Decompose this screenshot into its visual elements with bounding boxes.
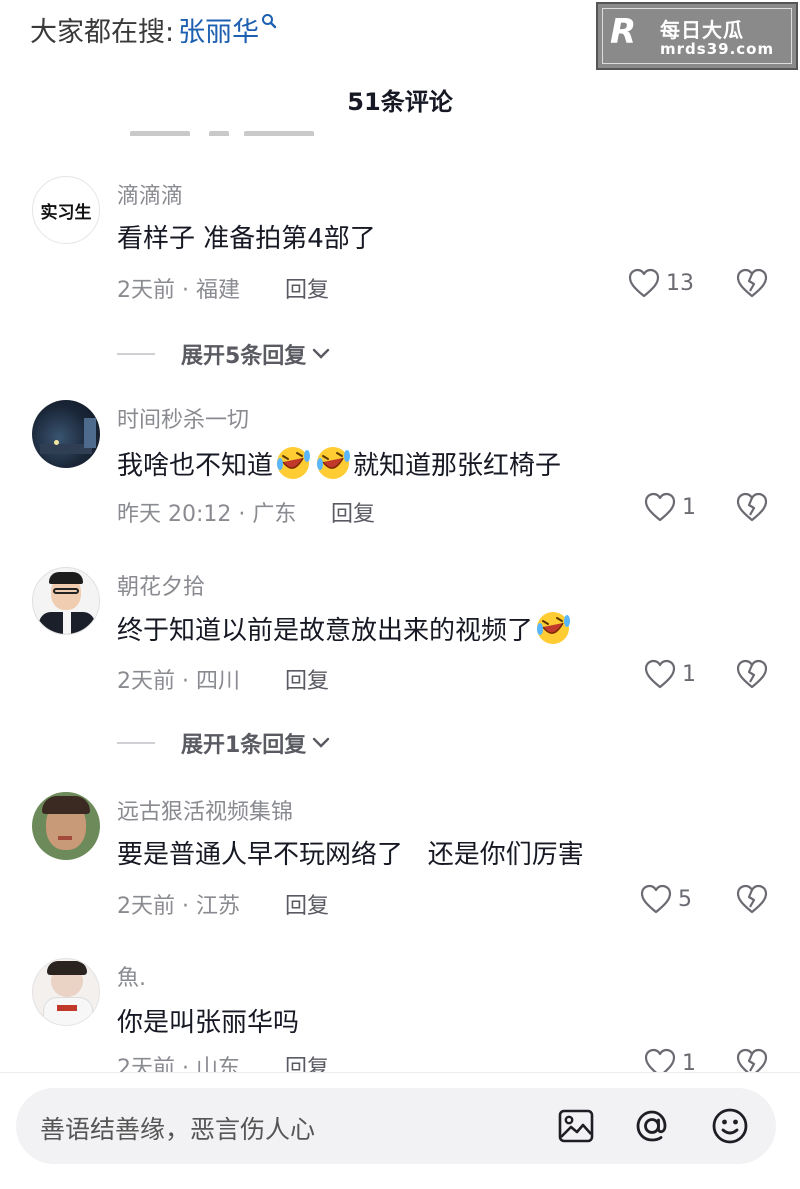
comment-meta: 2天前 · 江苏 bbox=[117, 894, 240, 919]
dislike-button[interactable] bbox=[736, 659, 768, 693]
comment-meta: 2天前 · 四川 bbox=[117, 669, 240, 694]
image-icon[interactable] bbox=[556, 1106, 596, 1146]
comment-input[interactable]: 善语结善缘，恶言伤人心 bbox=[40, 1110, 315, 1146]
comment-text: 你是叫张丽华吗 bbox=[117, 1008, 300, 1038]
search-icon bbox=[261, 13, 277, 34]
comment-username[interactable]: 朝花夕拾 bbox=[117, 569, 205, 601]
divider-line bbox=[117, 353, 155, 355]
comment-meta: 2天前 · 福建 bbox=[117, 278, 240, 303]
comment-username[interactable]: 魚. bbox=[117, 960, 146, 992]
broken-heart-icon bbox=[736, 659, 768, 689]
divider-line bbox=[117, 742, 155, 744]
reply-button[interactable]: 回复 bbox=[285, 888, 329, 920]
laugh-cry-emoji-icon bbox=[277, 447, 311, 479]
like-button[interactable]: 1 bbox=[644, 492, 696, 522]
comment-text: 要是普通人早不玩网络了 还是你们厉害 bbox=[117, 840, 584, 870]
emoji-icon[interactable] bbox=[710, 1106, 750, 1146]
like-count: 1 bbox=[682, 661, 696, 687]
like-count: 13 bbox=[666, 270, 694, 296]
expand-replies-label: 展开5条回复 bbox=[181, 344, 307, 369]
broken-heart-icon bbox=[736, 492, 768, 522]
laugh-cry-emoji-icon bbox=[537, 612, 571, 644]
avatar[interactable]: 实习生 bbox=[32, 176, 100, 244]
broken-heart-icon bbox=[736, 268, 768, 298]
laugh-cry-emoji-icon bbox=[317, 447, 351, 479]
comment-text-part: 我啥也不知道 bbox=[117, 450, 274, 481]
heart-icon bbox=[640, 884, 672, 914]
clipped-previous-row bbox=[130, 122, 330, 136]
dislike-button[interactable] bbox=[736, 268, 768, 302]
comment-text: 终于知道以前是故意放出来的视频了 bbox=[117, 609, 573, 647]
watermark-line2: mrds39.com bbox=[660, 40, 775, 58]
heart-icon bbox=[644, 659, 676, 689]
comment-text: 看样子 准备拍第4部了 bbox=[117, 224, 376, 254]
expand-replies-button[interactable]: 展开5条回复 bbox=[117, 338, 330, 370]
comment-text-part: 就知道那张红椅子 bbox=[353, 450, 562, 481]
reply-button[interactable]: 回复 bbox=[285, 272, 329, 304]
comment-text-part: 终于知道以前是故意放出来的视频了 bbox=[117, 615, 534, 646]
comment-text: 我啥也不知道 就知道那张红椅子 bbox=[117, 444, 561, 482]
like-count: 1 bbox=[682, 494, 696, 520]
comment-username[interactable]: 滴滴滴 bbox=[117, 178, 183, 210]
avatar[interactable] bbox=[32, 567, 100, 635]
avatar[interactable] bbox=[32, 792, 100, 860]
comment-username[interactable]: 远古狠活视频集锦 bbox=[117, 794, 293, 826]
expand-replies-button[interactable]: 展开1条回复 bbox=[117, 727, 330, 759]
heart-icon bbox=[628, 268, 660, 298]
search-suggestion-keyword[interactable]: 张丽华 bbox=[178, 10, 259, 49]
dislike-button[interactable] bbox=[736, 884, 768, 918]
avatar[interactable] bbox=[32, 958, 100, 1026]
chevron-down-icon bbox=[313, 737, 330, 748]
comment-username[interactable]: 时间秒杀一切 bbox=[117, 402, 249, 434]
comments-count-title: 51条评论 bbox=[347, 88, 453, 116]
reply-button[interactable]: 回复 bbox=[285, 663, 329, 695]
dislike-button[interactable] bbox=[736, 492, 768, 526]
broken-heart-icon bbox=[736, 884, 768, 914]
search-suggestion-prefix: 大家都在搜: bbox=[30, 17, 175, 48]
divider bbox=[0, 1072, 800, 1073]
chevron-down-icon bbox=[313, 348, 330, 359]
at-icon[interactable] bbox=[632, 1106, 672, 1146]
expand-replies-label: 展开1条回复 bbox=[181, 733, 307, 758]
like-count: 5 bbox=[678, 886, 692, 912]
avatar-text: 实习生 bbox=[40, 202, 92, 223]
like-button[interactable]: 13 bbox=[628, 268, 694, 298]
like-button[interactable]: 5 bbox=[640, 884, 692, 914]
like-button[interactable]: 1 bbox=[644, 659, 696, 689]
heart-icon bbox=[644, 492, 676, 522]
watermark-logo: R bbox=[610, 12, 637, 52]
search-suggestion[interactable]: 大家都在搜: 张丽华 bbox=[30, 10, 277, 49]
watermark: R 每日大瓜 mrds39.com bbox=[596, 2, 798, 70]
avatar[interactable] bbox=[32, 400, 100, 468]
comment-meta: 昨天 20:12 · 广东 bbox=[117, 502, 297, 527]
watermark-line1: 每日大瓜 bbox=[660, 18, 744, 42]
comment-input-bar[interactable]: 善语结善缘，恶言伤人心 bbox=[16, 1088, 776, 1164]
reply-button[interactable]: 回复 bbox=[331, 496, 375, 528]
